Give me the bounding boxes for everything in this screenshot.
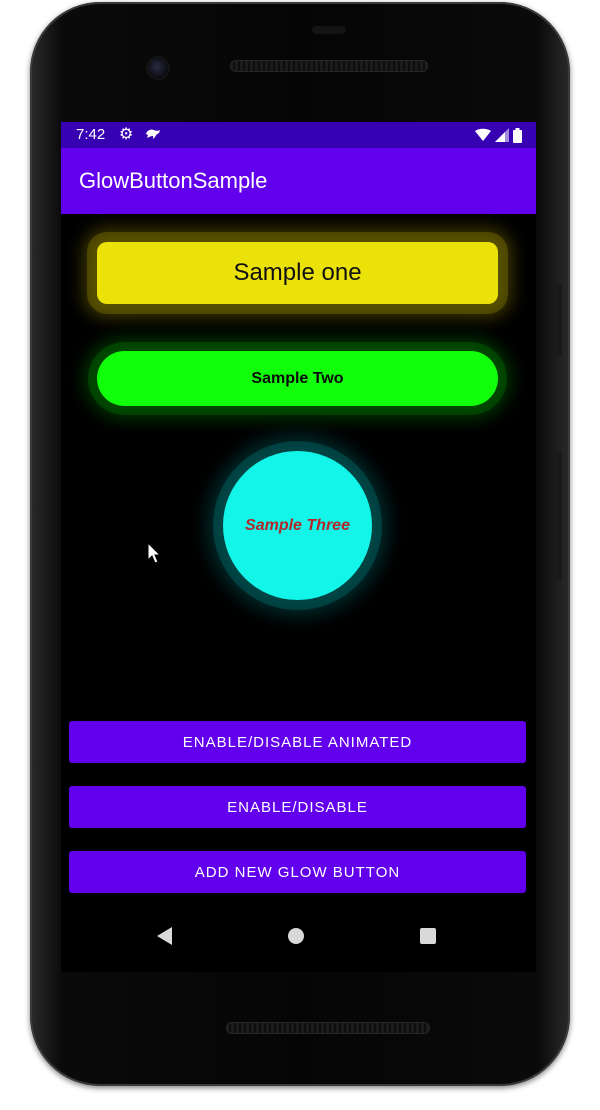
battery-icon <box>513 127 522 143</box>
app-screen: 7:42 ⚙ GlowButtonSample Sample one Sampl… <box>61 122 536 972</box>
glow-button-sample-two-label: Sample Two <box>251 369 344 387</box>
device-frame-stage: 7:42 ⚙ GlowButtonSample Sample one Sampl… <box>0 0 600 1110</box>
volume-rocker <box>556 450 562 582</box>
mouse-pointer-icon <box>147 542 162 564</box>
top-notch <box>312 26 346 34</box>
add-new-glow-button[interactable]: ADD NEW GLOW BUTTON <box>69 851 526 893</box>
home-icon[interactable] <box>288 928 304 944</box>
system-nav-bar <box>61 912 536 960</box>
back-icon[interactable] <box>155 926 175 946</box>
status-bar: 7:42 ⚙ <box>61 122 536 148</box>
glow-button-sample-one-label: Sample one <box>233 259 362 286</box>
enable-disable-animated-button[interactable]: ENABLE/DISABLE ANIMATED <box>69 721 526 763</box>
glow-button-sample-one[interactable]: Sample one <box>97 242 498 304</box>
power-button <box>556 284 562 356</box>
enable-disable-button[interactable]: ENABLE/DISABLE <box>69 786 526 828</box>
glow-button-sample-three[interactable]: Sample Three <box>223 451 372 600</box>
app-title: GlowButtonSample <box>79 168 268 193</box>
status-time: 7:42 <box>76 126 106 143</box>
app-bar: GlowButtonSample <box>61 148 536 214</box>
recents-icon[interactable] <box>420 928 436 944</box>
glow-button-sample-two[interactable]: Sample Two <box>97 351 498 406</box>
settings-gear-icon: ⚙ <box>119 124 134 143</box>
lizard-notification-icon <box>146 129 160 139</box>
earpiece-speaker <box>230 60 428 72</box>
wifi-icon <box>475 128 491 141</box>
status-icons <box>475 127 522 143</box>
bottom-speaker <box>226 1022 430 1034</box>
glow-button-sample-three-label: Sample Three <box>245 516 350 534</box>
cell-signal-icon <box>495 128 509 142</box>
front-camera-icon <box>148 58 168 78</box>
